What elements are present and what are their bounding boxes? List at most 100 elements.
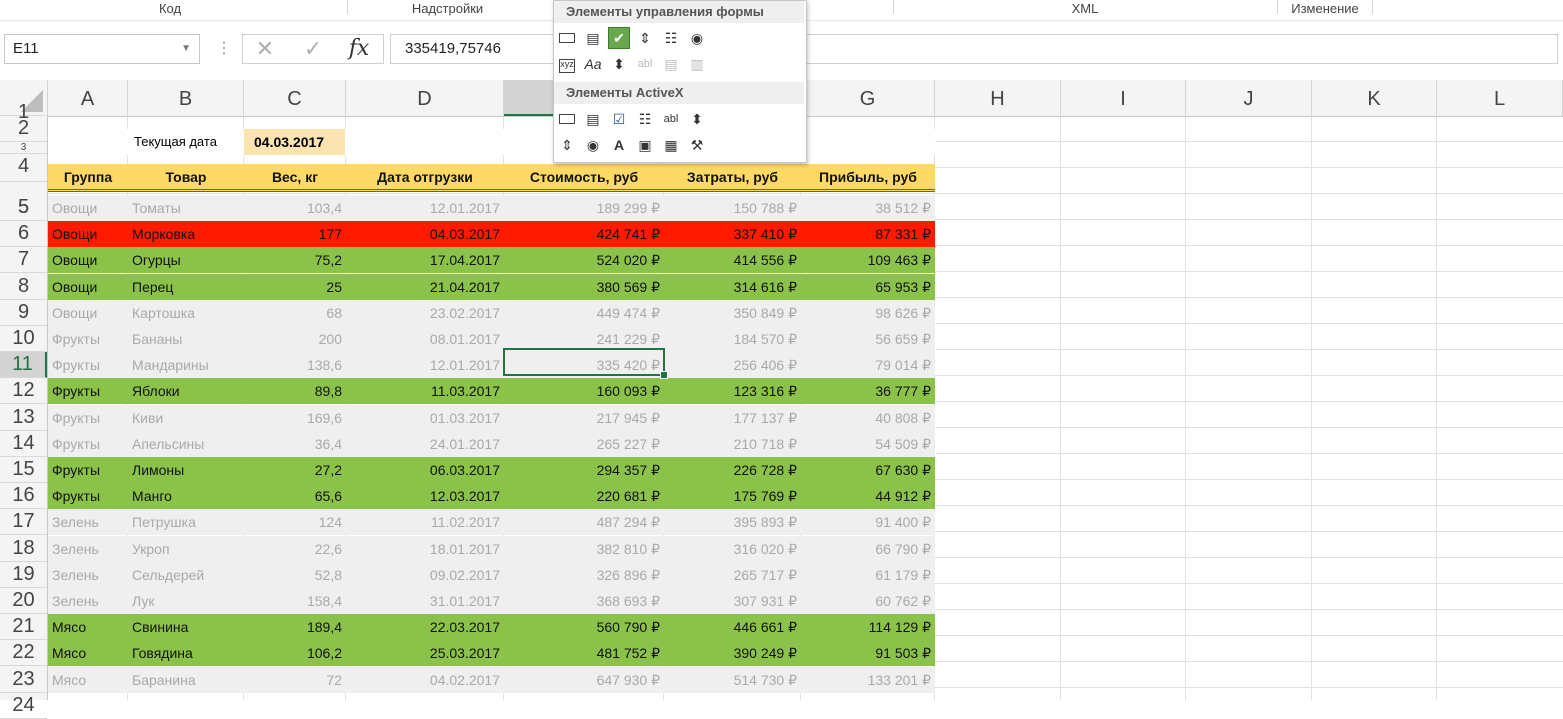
scroll-bar-icon[interactable]: ⬍: [609, 54, 629, 74]
row-header[interactable]: 15: [0, 457, 47, 483]
cell-group[interactable]: Мясо: [48, 614, 128, 640]
row-header[interactable]: 2: [0, 116, 47, 142]
row-header[interactable]: 3: [0, 142, 47, 154]
cell-profit[interactable]: 91 400 ₽: [801, 509, 935, 535]
cell-ship-date[interactable]: 31.01.2017: [346, 588, 504, 614]
cell-ship-date[interactable]: 22.03.2017: [346, 614, 504, 640]
cell-weight[interactable]: 36,4: [244, 431, 346, 457]
cell-cost[interactable]: 560 790 ₽: [504, 614, 664, 640]
command-button-icon[interactable]: [557, 109, 577, 129]
ribbon-group-addins[interactable]: Надстройки: [385, 0, 510, 20]
cell-profit[interactable]: 133 201 ₽: [801, 667, 935, 693]
cell-cost[interactable]: 265 227 ₽: [504, 431, 664, 457]
cell-weight[interactable]: 169,6: [244, 405, 346, 431]
more-controls-icon[interactable]: ⚒: [687, 135, 707, 155]
cell-expenses[interactable]: 350 849 ₽: [664, 300, 801, 326]
cell-weight[interactable]: 106,2: [244, 640, 346, 666]
cell-group[interactable]: Фрукты: [48, 352, 128, 378]
column-header-b[interactable]: B: [128, 80, 244, 116]
ribbon-group-code[interactable]: Код: [120, 0, 220, 20]
header-product[interactable]: Товар: [128, 164, 244, 190]
insert-function-icon[interactable]: fx: [339, 35, 379, 63]
cell-cost[interactable]: 220 681 ₽: [504, 483, 664, 509]
cell-ship-date[interactable]: 12.01.2017: [346, 195, 504, 221]
cell-group[interactable]: Фрукты: [48, 326, 128, 352]
cell-product[interactable]: Морковка: [128, 221, 244, 247]
cell-product[interactable]: Мандарины: [128, 352, 244, 378]
row-header[interactable]: 24: [0, 693, 47, 719]
header-profit[interactable]: Прибыль, руб: [801, 164, 935, 190]
cell-expenses[interactable]: 184 570 ₽: [664, 326, 801, 352]
cell-expenses[interactable]: 316 020 ₽: [664, 536, 801, 562]
cell-profit[interactable]: 44 912 ₽: [801, 483, 935, 509]
checkbox-icon[interactable]: ✔: [608, 27, 630, 49]
cell-weight[interactable]: 189,4: [244, 614, 346, 640]
cell-profit[interactable]: 56 659 ₽: [801, 326, 935, 352]
cell-group[interactable]: Фрукты: [48, 378, 128, 404]
cell-cost[interactable]: 424 741 ₽: [504, 221, 664, 247]
cell-expenses[interactable]: 414 556 ₽: [664, 247, 801, 273]
cell-ship-date[interactable]: 12.03.2017: [346, 483, 504, 509]
cell-profit[interactable]: 109 463 ₽: [801, 247, 935, 273]
cell-profit[interactable]: 40 808 ₽: [801, 405, 935, 431]
row-header[interactable]: 18: [0, 536, 47, 562]
cell-ship-date[interactable]: 18.01.2017: [346, 536, 504, 562]
cell-weight[interactable]: 75,2: [244, 247, 346, 273]
cell-weight[interactable]: 200: [244, 326, 346, 352]
cell-ship-date[interactable]: 17.04.2017: [346, 247, 504, 273]
cell-expenses[interactable]: 150 788 ₽: [664, 195, 801, 221]
cell-profit[interactable]: 98 626 ₽: [801, 300, 935, 326]
cell-ship-date[interactable]: 23.02.2017: [346, 300, 504, 326]
cell-expenses[interactable]: 177 137 ₽: [664, 405, 801, 431]
cell-expenses[interactable]: 226 728 ₽: [664, 457, 801, 483]
cell-group[interactable]: Мясо: [48, 667, 128, 693]
row-header[interactable]: 19: [0, 562, 47, 588]
cell-weight[interactable]: 65,6: [244, 483, 346, 509]
row-header[interactable]: 7: [0, 247, 47, 274]
cell-ship-date[interactable]: 24.01.2017: [346, 431, 504, 457]
cell-weight[interactable]: 103,4: [244, 195, 346, 221]
spin-button-icon[interactable]: ⇕: [557, 135, 577, 155]
cell-cost[interactable]: 647 930 ₽: [504, 667, 664, 693]
cell-profit[interactable]: 38 512 ₽: [801, 195, 935, 221]
row-header[interactable]: 10: [0, 326, 47, 352]
cell-profit[interactable]: 67 630 ₽: [801, 457, 935, 483]
cell-expenses[interactable]: 210 718 ₽: [664, 431, 801, 457]
worksheet-grid[interactable]: Текущая дата 04.03.2017 Группа Товар Вес…: [48, 116, 1563, 700]
cell-weight[interactable]: 124: [244, 509, 346, 535]
cell-weight[interactable]: 138,6: [244, 352, 346, 378]
cancel-icon[interactable]: ✕: [245, 35, 285, 63]
combo-box-icon[interactable]: ▤: [583, 28, 603, 48]
ribbon-group-changes[interactable]: Изменение: [1275, 0, 1375, 20]
cell-product[interactable]: Манго: [128, 483, 244, 509]
cell-ship-date[interactable]: 06.03.2017: [346, 457, 504, 483]
label-icon[interactable]: Aa: [583, 54, 603, 74]
fill-handle[interactable]: [660, 371, 668, 379]
enter-icon[interactable]: ✓: [293, 35, 333, 63]
cell-profit[interactable]: 91 503 ₽: [801, 640, 935, 666]
cell-cost[interactable]: 449 474 ₽: [504, 300, 664, 326]
cell-product[interactable]: Яблоки: [128, 378, 244, 404]
cell-group[interactable]: Фрукты: [48, 431, 128, 457]
row-header[interactable]: 8: [0, 274, 47, 300]
cell-product[interactable]: Говядина: [128, 640, 244, 666]
image-icon[interactable]: ▣: [635, 135, 655, 155]
cell-product[interactable]: Бананы: [128, 326, 244, 352]
row-header[interactable]: 16: [0, 483, 47, 510]
cell-product[interactable]: Укроп: [128, 536, 244, 562]
cell-product[interactable]: Томаты: [128, 195, 244, 221]
cell-product[interactable]: Свинина: [128, 614, 244, 640]
cell-profit[interactable]: 61 179 ₽: [801, 562, 935, 588]
scroll-bar-icon[interactable]: ⬍: [687, 109, 707, 129]
column-header-d[interactable]: D: [346, 80, 504, 116]
cell-ship-date[interactable]: 21.04.2017: [346, 274, 504, 300]
cell-product[interactable]: Картошка: [128, 300, 244, 326]
cell-weight[interactable]: 27,2: [244, 457, 346, 483]
cell-cost[interactable]: 217 945 ₽: [504, 405, 664, 431]
cell-profit[interactable]: 54 509 ₽: [801, 431, 935, 457]
cell-expenses[interactable]: 307 931 ₽: [664, 588, 801, 614]
cell-weight[interactable]: 72: [244, 667, 346, 693]
button-icon[interactable]: [557, 28, 577, 48]
cell-weight[interactable]: 25: [244, 274, 346, 300]
cell-group[interactable]: Овощи: [48, 274, 128, 300]
